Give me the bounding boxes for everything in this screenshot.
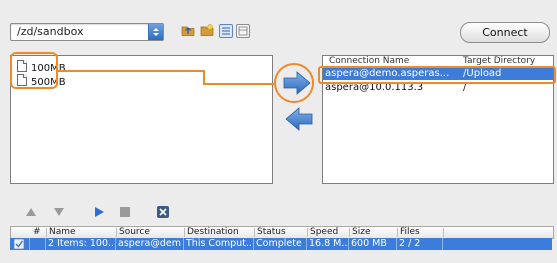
column-source[interactable]: Source	[119, 227, 150, 238]
column-status[interactable]: Status	[257, 227, 286, 238]
column-destination[interactable]: Destination	[187, 227, 239, 238]
transfer-status-icon	[13, 238, 27, 254]
dropdown-arrow-icon[interactable]	[148, 24, 163, 40]
play-icon[interactable]	[92, 205, 106, 219]
transfer-speed: 16.8 M...	[309, 238, 347, 249]
folder-up-icon[interactable]	[181, 23, 195, 37]
column-files[interactable]: Files	[400, 227, 420, 238]
move-down-icon[interactable]	[52, 205, 66, 219]
highlight-connector	[203, 83, 275, 85]
column-name[interactable]: Name	[49, 227, 76, 238]
column-size[interactable]: Size	[352, 227, 370, 238]
highlight-connector	[56, 70, 204, 72]
remote-header: Connection Name Target Directory	[323, 56, 553, 66]
path-label: /zd/sandbox	[17, 25, 84, 38]
move-up-icon[interactable]	[24, 205, 38, 219]
column-number[interactable]: #	[33, 227, 41, 238]
transfer-name: 2 Items: 100...	[48, 238, 114, 249]
transfer-destination: This Comput...	[186, 238, 252, 249]
connect-button[interactable]: Connect	[460, 22, 550, 43]
column-target-directory[interactable]: Target Directory	[463, 56, 535, 66]
path-dropdown[interactable]: /zd/sandbox	[10, 23, 164, 41]
transfer-status: Complete	[256, 238, 302, 249]
remote-selection-highlight	[318, 66, 556, 84]
column-connection-name[interactable]: Connection Name	[329, 56, 409, 66]
highlight-connector	[203, 70, 205, 84]
close-transfer-icon[interactable]	[156, 205, 170, 219]
column-speed[interactable]: Speed	[310, 227, 338, 238]
upload-arrow-icon[interactable]	[282, 71, 312, 95]
transfer-source: aspera@dem...	[118, 238, 182, 249]
transfer-files: 2 / 2	[399, 238, 421, 249]
download-arrow-icon[interactable]	[284, 107, 314, 131]
new-folder-icon[interactable]	[200, 23, 214, 37]
transfer-size: 600 MB	[351, 238, 387, 249]
detail-view-icon[interactable]	[236, 24, 250, 38]
stop-icon[interactable]	[118, 205, 132, 219]
list-view-icon[interactable]	[219, 24, 233, 38]
local-selection-highlight	[10, 52, 58, 89]
transfer-row[interactable]: 2 Items: 100... aspera@dem... This Compu…	[10, 238, 552, 250]
transfer-table: # Name Source Destination Status Speed S…	[10, 226, 554, 256]
